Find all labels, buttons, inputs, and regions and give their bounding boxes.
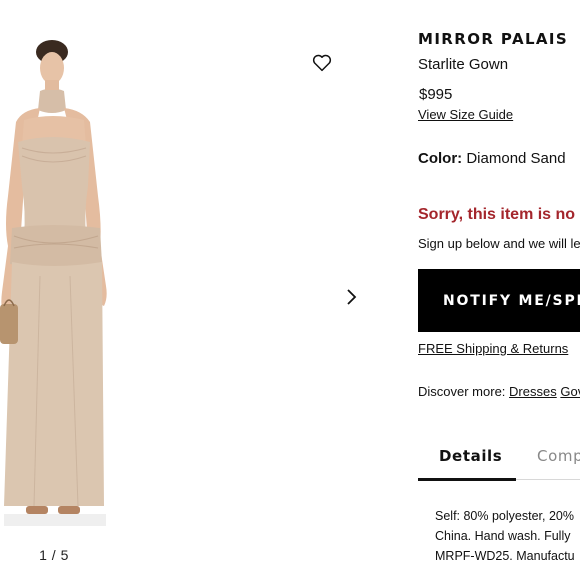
size-guide-link[interactable]: View Size Guide: [418, 107, 513, 122]
tab-composition[interactable]: Comp: [537, 447, 580, 465]
product-info-tabs: Details Comp: [418, 438, 580, 481]
out-of-stock-message: Sorry, this item is no: [418, 206, 576, 223]
product-title: Starlite Gown: [418, 56, 509, 73]
next-image-button[interactable]: [338, 283, 364, 311]
image-counter: 1 / 5: [39, 547, 69, 563]
shipping-returns-link[interactable]: FREE Shipping & Returns: [418, 341, 568, 356]
discover-link-dresses[interactable]: Dresses: [509, 384, 557, 399]
color-label: Color:: [418, 150, 463, 167]
chevron-right-icon: [347, 289, 357, 305]
description-line: China. Hand wash. Fully: [435, 529, 571, 543]
description-line: MRPF-WD25. Manufactu: [435, 549, 575, 563]
product-description: Self: 80% polyester, 20% China. Hand was…: [435, 506, 575, 566]
brand-name[interactable]: MIRROR PALAIS: [418, 30, 568, 48]
tab-details[interactable]: Details: [439, 447, 502, 465]
description-line: Self: 80% polyester, 20%: [435, 509, 574, 523]
discover-more: Discover more: Dresses Gov: [418, 384, 580, 399]
product-details: MIRROR PALAIS Starlite Gown $995 View Si…: [418, 0, 580, 580]
discover-link-gowns[interactable]: Gov: [560, 384, 580, 399]
color-value: Diamond Sand: [466, 150, 566, 167]
heart-outline-icon: [312, 54, 332, 72]
product-image: [0, 40, 107, 526]
wishlist-button[interactable]: [309, 50, 335, 76]
product-gallery: 1 / 5: [0, 0, 400, 580]
notify-me-button[interactable]: NOTIFY ME/SPE: [418, 269, 580, 332]
product-price: $995: [419, 86, 453, 103]
signup-message: Sign up below and we will le: [418, 236, 580, 251]
active-tab-indicator: [418, 478, 516, 481]
discover-label: Discover more:: [418, 384, 506, 399]
color-info: Color: Diamond Sand: [418, 150, 566, 167]
